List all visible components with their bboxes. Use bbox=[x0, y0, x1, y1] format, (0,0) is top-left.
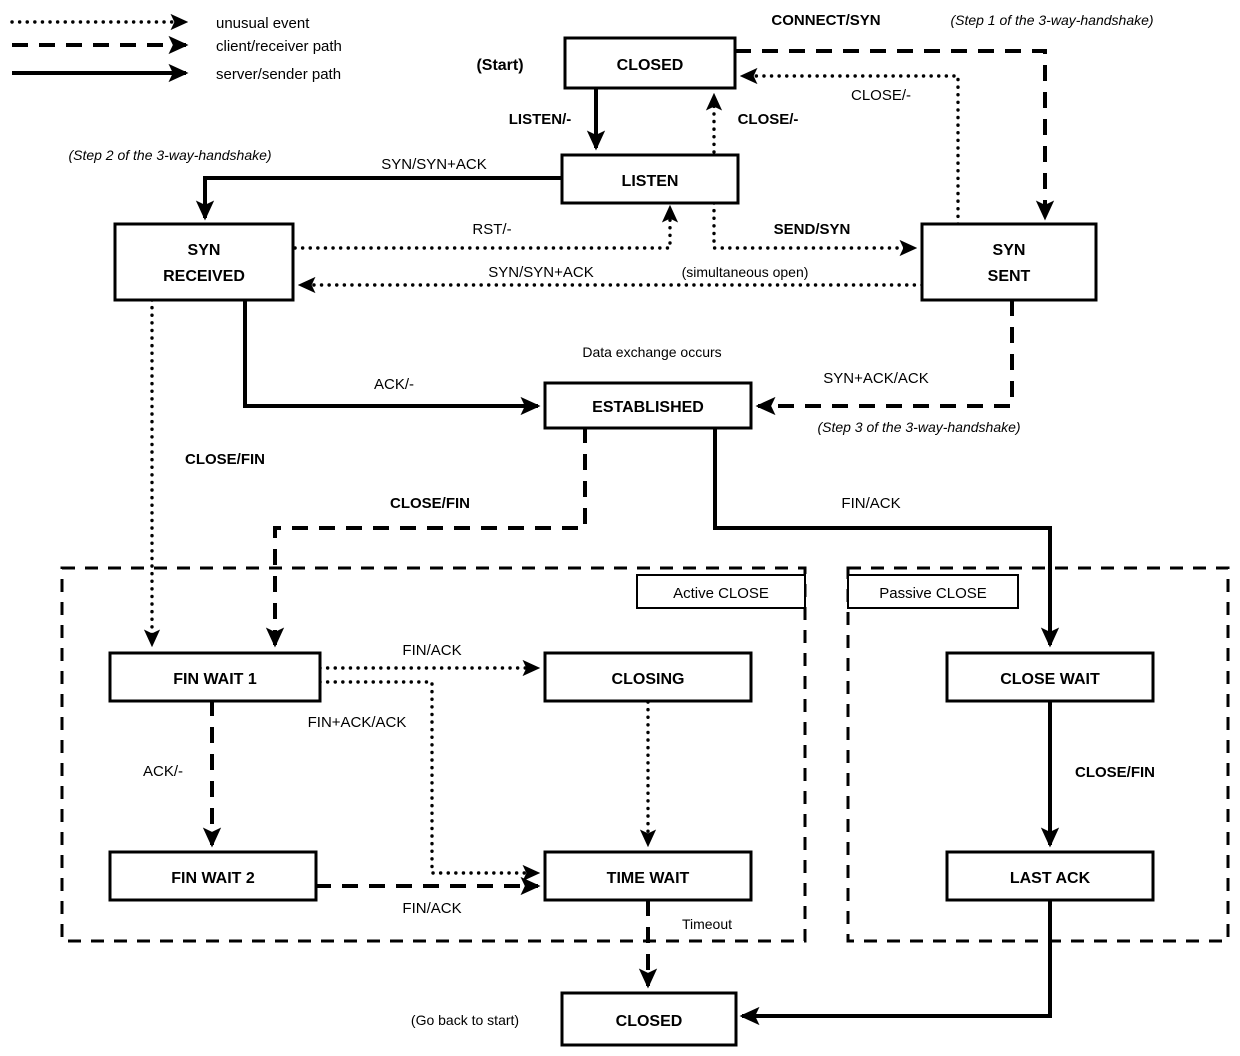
state-closing[interactable]: CLOSING bbox=[543, 651, 753, 703]
legend-label-server-path: server/sender path bbox=[216, 66, 341, 83]
edge-label-ack-dash: ACK/- bbox=[374, 376, 414, 393]
state-last-ack[interactable]: LAST ACK bbox=[945, 850, 1155, 902]
edge-label-synack-ack: SYN+ACK/ACK bbox=[823, 370, 928, 387]
edge-label-close-fin-synrecv: CLOSE/FIN bbox=[185, 451, 265, 468]
edge-label-send-syn: SEND/SYN bbox=[774, 221, 851, 238]
edge-label-syn-synack-sim: SYN/SYN+ACK bbox=[488, 264, 593, 281]
state-label-closed-bottom: CLOSED bbox=[616, 1013, 683, 1030]
tcp-state-diagram: unusual event client/receiver path serve… bbox=[0, 0, 1240, 1056]
edge-label-close-dash-listen: CLOSE/- bbox=[738, 111, 799, 128]
state-established[interactable]: ESTABLISHED bbox=[543, 381, 753, 430]
edge-label-fin-ack-fw2: FIN/ACK bbox=[402, 900, 461, 917]
region-label-active-close: Active CLOSE bbox=[636, 574, 806, 609]
state-syn-sent[interactable]: SYN SENT bbox=[920, 222, 1098, 302]
edge-label-ack-dash-fw1: ACK/- bbox=[143, 763, 183, 780]
state-label-established: ESTABLISHED bbox=[592, 399, 704, 416]
state-closed-top[interactable]: CLOSED bbox=[563, 36, 737, 90]
state-fin-wait-1[interactable]: FIN WAIT 1 bbox=[108, 651, 322, 703]
annotation-data-exchange: Data exchange occurs bbox=[582, 344, 721, 360]
edge-synack-ack bbox=[755, 300, 1014, 416]
state-closed-bottom[interactable]: CLOSED bbox=[560, 991, 738, 1047]
edge-label-fin-ack-closing: FIN/ACK bbox=[402, 642, 461, 659]
edge-label-listen-dash: LISTEN/- bbox=[509, 111, 572, 128]
edge-label-close-dash-top: CLOSE/- bbox=[851, 87, 911, 104]
state-listen[interactable]: LISTEN bbox=[560, 153, 740, 205]
state-label-fin-wait-2: FIN WAIT 2 bbox=[171, 870, 255, 887]
edge-last-ack-to-closed bbox=[739, 900, 1052, 1026]
edge-label-syn-synack: SYN/SYN+ACK bbox=[381, 156, 486, 173]
diagram-canvas: unusual event client/receiver path serve… bbox=[10, 12, 1230, 1047]
annotation-start: (Start) bbox=[476, 57, 523, 74]
state-label-syn-sent-line2: SENT bbox=[988, 268, 1031, 285]
edge-label-close-fin-estab: CLOSE/FIN bbox=[390, 495, 470, 512]
state-label-last-ack: LAST ACK bbox=[1010, 870, 1091, 887]
state-label-syn-received-line1: SYN bbox=[188, 242, 221, 259]
legend-label-client-path: client/receiver path bbox=[216, 38, 342, 55]
legend-label-unusual-event: unusual event bbox=[216, 15, 310, 32]
state-time-wait[interactable]: TIME WAIT bbox=[543, 850, 753, 902]
edge-label-fin-plus-ack-ack: FIN+ACK/ACK bbox=[308, 714, 407, 731]
region-label-passive-close: Passive CLOSE bbox=[847, 574, 1019, 609]
state-close-wait[interactable]: CLOSE WAIT bbox=[945, 651, 1155, 703]
edge-fin-plus-ack-ack bbox=[318, 680, 541, 882]
annotation-step3: (Step 3 of the 3-way-handshake) bbox=[817, 419, 1020, 435]
annotation-timeout: Timeout bbox=[682, 916, 732, 932]
region-label-active-close-text: Active CLOSE bbox=[673, 585, 769, 602]
annotation-step1: (Step 1 of the 3-way-handshake) bbox=[950, 12, 1153, 28]
state-label-time-wait: TIME WAIT bbox=[607, 870, 690, 887]
edge-label-close-fin-closewait: CLOSE/FIN bbox=[1075, 764, 1155, 781]
state-label-syn-sent-line1: SYN bbox=[993, 242, 1026, 259]
state-label-closing: CLOSING bbox=[612, 671, 685, 688]
state-label-listen: LISTEN bbox=[622, 173, 679, 190]
edge-fin-ack-established bbox=[713, 427, 1060, 648]
edge-connect-syn bbox=[735, 49, 1055, 221]
legend: unusual event client/receiver path serve… bbox=[10, 13, 342, 83]
state-label-closed-top: CLOSED bbox=[617, 57, 684, 74]
edge-close-fin-established bbox=[265, 427, 587, 648]
state-label-fin-wait-1: FIN WAIT 1 bbox=[173, 671, 257, 688]
state-fin-wait-2[interactable]: FIN WAIT 2 bbox=[108, 850, 318, 902]
edge-label-connect-syn: CONNECT/SYN bbox=[771, 12, 880, 29]
annotation-go-back-to-start: (Go back to start) bbox=[411, 1012, 519, 1028]
state-label-syn-received-line2: RECEIVED bbox=[163, 268, 245, 285]
state-label-close-wait: CLOSE WAIT bbox=[1000, 671, 1100, 688]
annotation-step2: (Step 2 of the 3-way-handshake) bbox=[68, 147, 271, 163]
edge-label-fin-ack-estab: FIN/ACK bbox=[841, 495, 900, 512]
edge-label-rst-dash: RST/- bbox=[472, 221, 511, 238]
annotation-simultaneous-open: (simultaneous open) bbox=[682, 264, 809, 280]
edge-syn-synack bbox=[195, 176, 562, 221]
state-syn-received[interactable]: SYN RECEIVED bbox=[113, 222, 295, 302]
region-label-passive-close-text: Passive CLOSE bbox=[879, 585, 987, 602]
